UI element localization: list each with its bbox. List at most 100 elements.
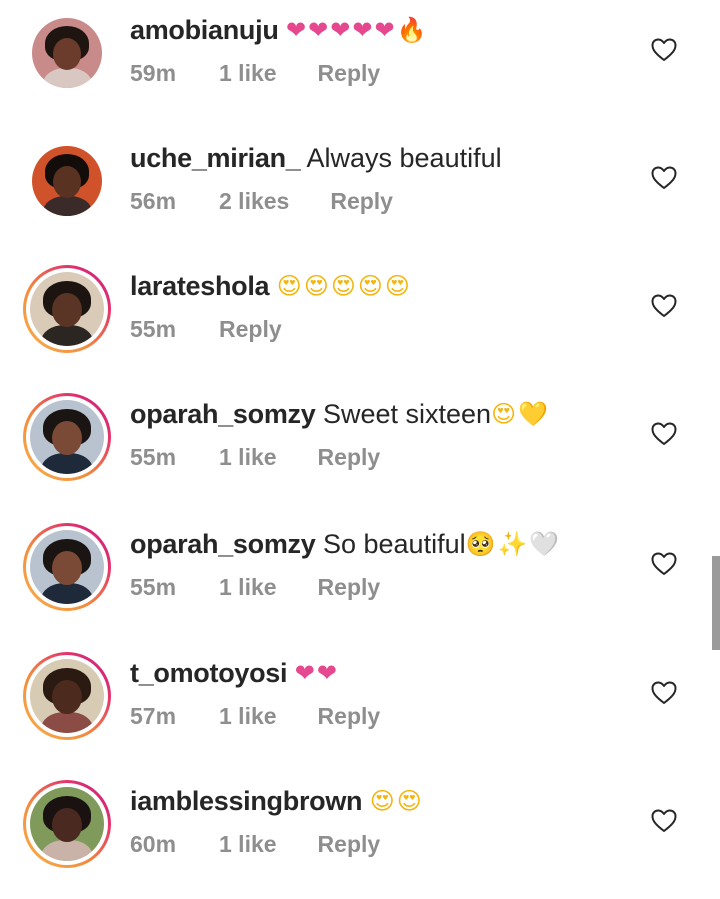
comment-meta: 60m 1 like Reply [130, 829, 380, 859]
comment-body: uche_mirian_ Always beautiful [130, 138, 502, 178]
heart-emoji-icon: ❤ [286, 16, 307, 44]
avatar-face [52, 679, 82, 714]
avatar-face [52, 420, 82, 455]
like-heart-icon[interactable] [651, 809, 677, 833]
reply-button[interactable]: Reply [318, 829, 381, 859]
avatar-story-ring[interactable] [23, 652, 111, 740]
comment-likes-count[interactable]: 1 like [219, 442, 277, 472]
scrollbar[interactable] [712, 556, 720, 650]
heart-emoji-icon: ❤ [316, 659, 337, 687]
heart-eyes-emoji-icon: 😍 [330, 272, 356, 300]
comment-meta: 57m 1 like Reply [130, 701, 380, 731]
like-heart-icon[interactable] [651, 166, 677, 190]
comment-username[interactable]: t_omotoyosi [130, 658, 288, 688]
avatar[interactable] [32, 18, 102, 88]
pleading-emoji-icon: 🥺 [465, 530, 496, 558]
comment-body: oparah_somzy So beautiful🥺✨🤍 [130, 524, 560, 564]
comment-text: So beautiful [322, 529, 466, 559]
avatar-body [41, 840, 93, 861]
comment-likes-count[interactable]: 1 like [219, 572, 277, 602]
comment-username[interactable]: oparah_somzy [130, 399, 316, 429]
comment-row: oparah_somzy So beautiful🥺✨🤍 55m 1 like Rep… [0, 514, 720, 642]
avatar-body [41, 325, 93, 346]
heart-eyes-emoji-icon: 😍 [369, 787, 395, 815]
avatar-body [41, 453, 93, 474]
avatar[interactable] [30, 787, 104, 861]
comment-likes-count[interactable]: 1 like [219, 701, 277, 731]
comment-text: Always beautiful [306, 143, 502, 173]
avatar-story-ring[interactable] [23, 265, 111, 353]
comment-username[interactable]: amobianuju [130, 15, 279, 45]
heart-eyes-emoji-icon: 😍 [384, 272, 410, 300]
avatar-body [41, 712, 93, 733]
avatar[interactable] [32, 146, 102, 216]
avatar-face [52, 550, 82, 585]
comment-time: 59m [130, 60, 177, 86]
avatar-wrapper[interactable] [23, 137, 111, 225]
avatar[interactable] [30, 400, 104, 474]
comment-likes-count[interactable]: 2 likes [219, 186, 289, 216]
comment-time: 60m [130, 831, 177, 857]
comment-username[interactable]: iamblessingbrown [130, 786, 363, 816]
comment-meta: 55m Reply [130, 314, 282, 344]
comment-row: t_omotoyosi ❤❤ 57m 1 like Reply [0, 643, 720, 771]
reply-button[interactable]: Reply [330, 186, 393, 216]
avatar-face [53, 165, 81, 198]
avatar[interactable] [30, 530, 104, 604]
like-heart-icon[interactable] [651, 294, 677, 318]
comment-body: oparah_somzy Sweet sixteen😍💛 [130, 394, 548, 434]
avatar-story-ring[interactable] [23, 393, 111, 481]
comment-username[interactable]: uche_mirian_ [130, 143, 301, 173]
heart-eyes-emoji-icon: 😍 [303, 272, 329, 300]
heart-emoji-icon: ❤ [308, 16, 329, 44]
heart-eyes-emoji-icon: 😍 [357, 272, 383, 300]
comment-row: iamblessingbrown 😍😍 60m 1 like Reply [0, 771, 720, 899]
avatar[interactable] [30, 272, 104, 346]
comment-time: 56m [130, 188, 177, 214]
comment-text: Sweet sixteen [322, 399, 492, 429]
yellow-heart-emoji-icon: 💛 [518, 400, 548, 428]
comment-meta: 59m 1 like Reply [130, 58, 380, 88]
comment-body: larateshola 😍😍😍😍😍 [130, 266, 410, 306]
avatar-body [41, 583, 93, 604]
comment-row: larateshola 😍😍😍😍😍 55m Reply [0, 256, 720, 384]
heart-emoji-icon: ❤ [352, 16, 373, 44]
comment-time: 55m [130, 316, 177, 342]
reply-button[interactable]: Reply [219, 314, 282, 344]
reply-button[interactable]: Reply [318, 572, 381, 602]
comment-time: 57m [130, 703, 177, 729]
avatar-body [42, 196, 92, 216]
comment-body: amobianuju ❤❤❤❤❤🔥 [130, 10, 426, 50]
reply-button[interactable]: Reply [318, 442, 381, 472]
comment-username[interactable]: larateshola [130, 271, 270, 301]
comment-likes-count[interactable]: 1 like [219, 829, 277, 859]
comment-time: 55m [130, 574, 177, 600]
comment-row: oparah_somzy Sweet sixteen😍💛 55m 1 like Rep… [0, 384, 720, 512]
avatar-face [52, 807, 82, 842]
comment-meta: 55m 1 like Reply [130, 442, 380, 472]
comment-row: uche_mirian_ Always beautiful 56m 2 likes R… [0, 128, 720, 256]
avatar-story-ring[interactable] [23, 523, 111, 611]
avatar-face [52, 292, 82, 327]
like-heart-icon[interactable] [651, 38, 677, 62]
comment-row: amobianuju ❤❤❤❤❤🔥 59m 1 like Reply [0, 0, 720, 128]
like-heart-icon[interactable] [651, 681, 677, 705]
like-heart-icon[interactable] [651, 552, 677, 576]
comment-meta: 56m 2 likes Reply [130, 186, 393, 216]
avatar[interactable] [30, 659, 104, 733]
comment-username[interactable]: oparah_somzy [130, 529, 316, 559]
heart-eyes-emoji-icon: 😍 [276, 272, 302, 300]
avatar-wrapper[interactable] [23, 9, 111, 97]
like-heart-icon[interactable] [651, 422, 677, 446]
fire-emoji-icon: 🔥 [396, 16, 427, 44]
comment-body: iamblessingbrown 😍😍 [130, 781, 422, 821]
reply-button[interactable]: Reply [318, 701, 381, 731]
avatar-story-ring[interactable] [23, 780, 111, 868]
comment-likes-count[interactable]: 1 like [219, 58, 277, 88]
reply-button[interactable]: Reply [318, 58, 381, 88]
